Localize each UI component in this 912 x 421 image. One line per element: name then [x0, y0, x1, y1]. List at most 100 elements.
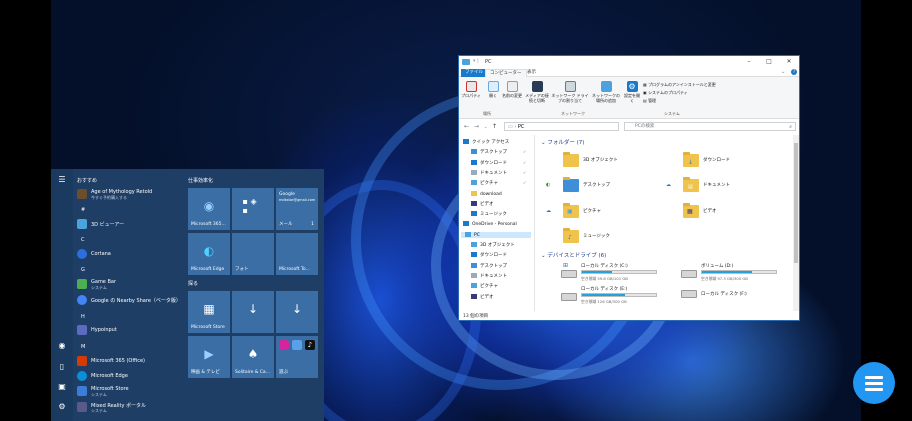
- folder-item[interactable]: ☁ ▤ ドキュメント: [666, 175, 779, 197]
- nav-item[interactable]: ダウンロード: [471, 159, 507, 166]
- drive-item[interactable]: ローカル ディスク (E:) 空き領域 126 GB/300 GB: [559, 285, 669, 307]
- folder-item[interactable]: 3D オブジェクト: [559, 150, 659, 172]
- tile-play[interactable]: ♪ 遊ぶ: [276, 336, 318, 378]
- tab-computer[interactable]: コンピューター: [485, 69, 527, 77]
- hamburger-icon[interactable]: ☰: [57, 175, 67, 185]
- letter-heading[interactable]: #: [81, 207, 85, 213]
- manage-button[interactable]: ▤ 管理: [643, 98, 656, 104]
- folder-item[interactable]: ▦ ビデオ: [679, 201, 779, 223]
- ribbon-expand-icon[interactable]: ⌄: [781, 69, 785, 75]
- app-icon: [77, 325, 87, 335]
- app-item[interactable]: Cortana: [73, 248, 183, 260]
- drive-label: ローカル ディスク (E:): [581, 287, 628, 292]
- nav-item[interactable]: PC: [461, 231, 531, 238]
- nav-item[interactable]: デスクトップ: [471, 149, 507, 155]
- search-input[interactable]: PCの検索 ⌕: [624, 122, 796, 131]
- folder-label: ダウンロード: [703, 158, 730, 163]
- user-avatar-icon[interactable]: ◉: [57, 341, 67, 351]
- nav-item[interactable]: ドキュメント: [471, 272, 507, 279]
- tile-movies-tv[interactable]: ▶ 映画 & テレビ: [188, 336, 230, 378]
- app-item[interactable]: Age of Mythology Retold 今すぐ予約購入する: [73, 187, 183, 201]
- app-item[interactable]: Microsoft Store システム: [73, 384, 183, 398]
- app-item[interactable]: Hypoinput: [73, 324, 183, 336]
- uninstall-program-button[interactable]: ▦ プログラムのアンインストールと変更: [643, 82, 716, 88]
- tile-download-placeholder[interactable]: ↓: [276, 291, 318, 333]
- tile-mail[interactable]: Google mdkstar@gmail.com メール 1: [276, 188, 318, 230]
- nav-item[interactable]: ドキュメント: [471, 169, 507, 176]
- item-count: 13 個の項目: [463, 314, 489, 319]
- properties-button[interactable]: プロパティ: [460, 81, 482, 99]
- tile-download-placeholder[interactable]: ↓: [232, 291, 274, 333]
- tile-microsoft-edge[interactable]: ◐ Microsoft Edge: [188, 233, 230, 275]
- drive-item[interactable]: ローカル ディスク (F:): [679, 285, 789, 307]
- scrollbar-thumb[interactable]: [794, 143, 798, 263]
- up-arrow-icon[interactable]: ↑: [492, 123, 497, 130]
- media-connect-button[interactable]: メディアの接続と切断: [525, 81, 549, 103]
- letter-heading[interactable]: C: [81, 237, 85, 243]
- close-button[interactable]: ✕: [783, 57, 795, 67]
- folder-item[interactable]: ◐ デスクトップ: [546, 175, 659, 197]
- app-item[interactable]: Game Bar システム: [73, 277, 183, 291]
- app-item[interactable]: Microsoft 365 (Office): [73, 355, 183, 367]
- rename-button[interactable]: 名前の変更: [501, 81, 523, 99]
- letter-heading[interactable]: M: [81, 344, 85, 350]
- letter-heading[interactable]: H: [81, 314, 85, 320]
- map-network-drive-button[interactable]: ネットワーク ドライブの割り当て: [551, 81, 589, 103]
- nav-item[interactable]: ピクチャ: [471, 283, 498, 289]
- button-label: 名前の変更: [502, 93, 522, 98]
- nav-item[interactable]: OneDrive - Personal: [463, 221, 517, 227]
- picture-icon[interactable]: ▣: [57, 382, 67, 392]
- tile-microsoft-365[interactable]: ◉ Microsoft 365...: [188, 188, 230, 230]
- address-box[interactable]: ▭ › PC: [504, 122, 619, 131]
- maximize-button[interactable]: □: [763, 57, 775, 67]
- button-label: 管理: [648, 98, 657, 103]
- nav-item[interactable]: ビデオ: [471, 200, 494, 207]
- app-icon: [77, 249, 87, 259]
- app-item[interactable]: Google の Nearby Share（ベータ版）: [73, 294, 183, 306]
- drive-item[interactable]: ⊞ ローカル ディスク (C:) 空き領域 59.8 GB/101 GB: [559, 262, 669, 284]
- nav-item[interactable]: ビデオ: [471, 293, 494, 300]
- tile-app-group[interactable]: ▪ ◈ ▪: [232, 188, 274, 230]
- title-bar[interactable]: ▾ | PC – □ ✕: [459, 56, 799, 68]
- folder-item[interactable]: ↓ ダウンロード: [679, 150, 779, 172]
- tab-view[interactable]: 表示: [523, 69, 540, 77]
- tile-photos[interactable]: フォト: [232, 233, 274, 275]
- tile-solitaire[interactable]: ♠ Solitaire & Ca...: [232, 336, 274, 378]
- nav-item[interactable]: ピクチャ: [471, 180, 498, 186]
- tile-label: 遊ぶ: [279, 370, 288, 375]
- nav-item[interactable]: download: [471, 190, 502, 197]
- forward-arrow-icon[interactable]: →: [474, 123, 479, 130]
- nav-item[interactable]: ダウンロード: [471, 252, 507, 258]
- quick-access-toolbar-icon[interactable]: ▾ |: [473, 58, 479, 64]
- mail-count-badge: 1: [311, 222, 314, 227]
- folder-item[interactable]: ♪ ミュージック: [559, 226, 659, 248]
- tile-microsoft-store[interactable]: ▦ Microsoft Store: [188, 291, 230, 333]
- app-item[interactable]: Microsoft Edge: [73, 370, 183, 382]
- settings-gear-icon[interactable]: ⚙: [57, 402, 67, 412]
- windows-logo-icon: ⊞: [563, 262, 569, 269]
- vertical-scrollbar[interactable]: [793, 135, 799, 311]
- nav-item[interactable]: クイック アクセス: [463, 139, 509, 145]
- button-label: プロパティ: [461, 93, 481, 98]
- drive-item[interactable]: ボリューム (D:) 空き領域 97.3 GB/300 GB: [679, 262, 789, 284]
- open-settings-button[interactable]: ⚙ 設定を開く: [623, 81, 641, 103]
- nav-item[interactable]: ミュージック: [471, 211, 507, 217]
- back-arrow-icon[interactable]: ←: [464, 123, 469, 130]
- app-item[interactable]: Mixed Reality ポータル システム: [73, 400, 183, 414]
- floating-menu-button[interactable]: [853, 362, 895, 404]
- letter-heading[interactable]: G: [81, 267, 85, 273]
- tile-todo[interactable]: Microsoft To...: [276, 233, 318, 275]
- tab-file[interactable]: ファイル: [461, 69, 487, 77]
- minimize-button[interactable]: –: [743, 57, 755, 67]
- document-icon[interactable]: ▯: [57, 362, 67, 372]
- drives-section-header[interactable]: ⌄ デバイスとドライブ (6): [541, 251, 606, 259]
- add-network-location-button[interactable]: ネットワークの場所の追加: [591, 81, 621, 103]
- system-properties-button[interactable]: ▣ システムのプロパティ: [643, 90, 688, 96]
- nav-item[interactable]: デスクトップ: [471, 262, 507, 269]
- nav-item[interactable]: 3D オブジェクト: [471, 242, 515, 248]
- folder-item[interactable]: ☁ ▣ ピクチャ: [546, 201, 659, 223]
- recent-chevron-icon[interactable]: ⌄: [484, 124, 487, 129]
- folders-section-header[interactable]: ⌄ フォルダー (7): [541, 138, 584, 146]
- app-item[interactable]: 3D ビューアー: [73, 218, 183, 230]
- help-icon[interactable]: ?: [791, 69, 797, 75]
